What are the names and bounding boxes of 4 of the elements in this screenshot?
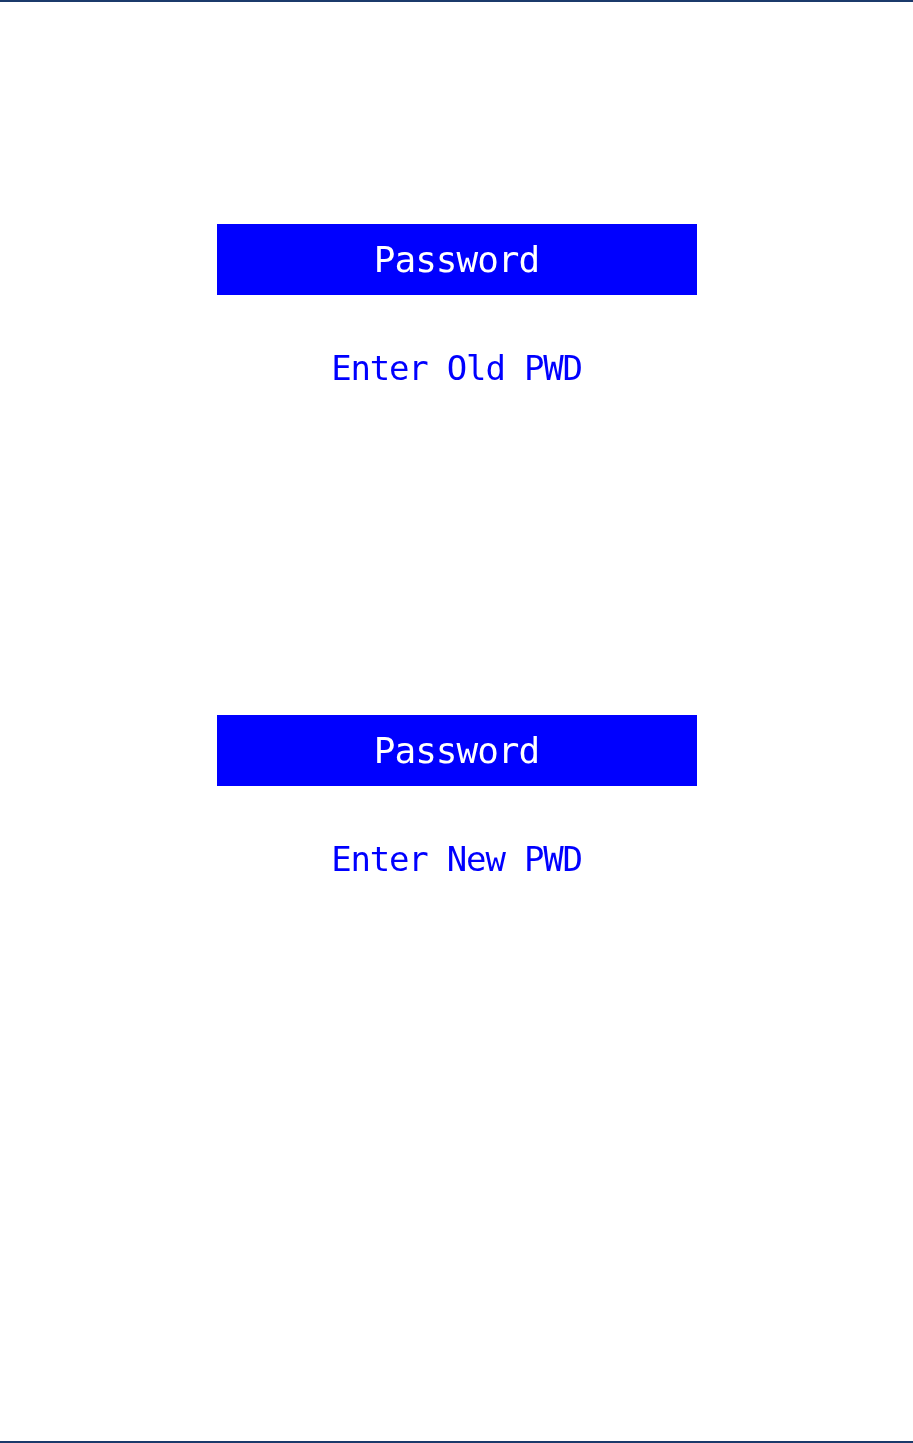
prompt-text: Enter Old PWD bbox=[331, 348, 582, 388]
title-bar: Password bbox=[216, 715, 697, 786]
title-bar: Password bbox=[216, 224, 697, 295]
prompt-text: Enter New PWD bbox=[331, 839, 582, 879]
